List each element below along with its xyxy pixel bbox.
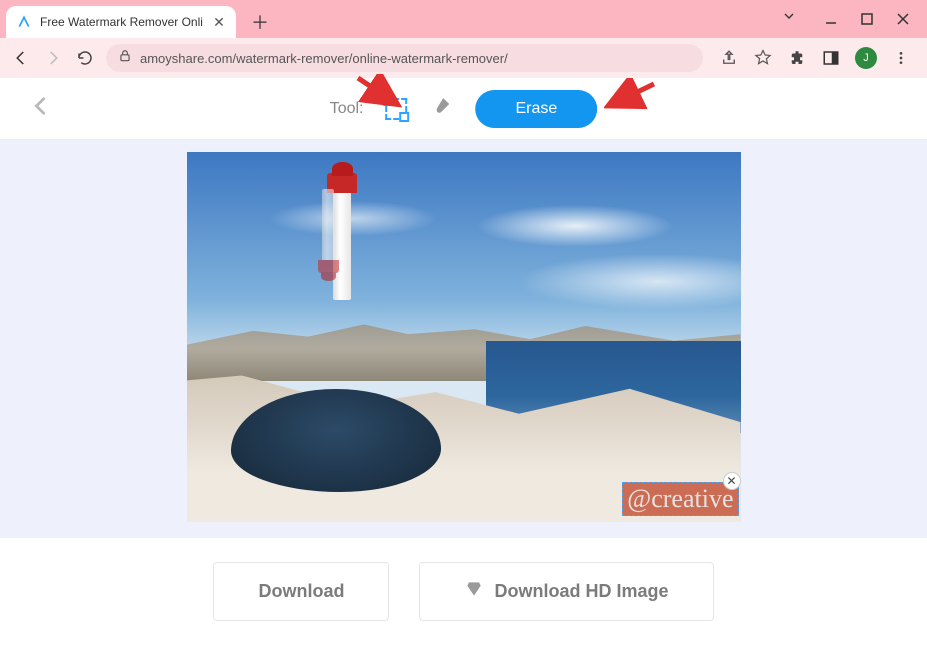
tool-label: Tool: bbox=[330, 100, 364, 118]
app-back-button[interactable] bbox=[30, 95, 52, 122]
url-text: amoyshare.com/watermark-remover/online-w… bbox=[140, 51, 508, 66]
window-close-icon[interactable] bbox=[895, 11, 911, 27]
watermark-text: @creative bbox=[627, 484, 733, 513]
footer: Download Download HD Image bbox=[0, 538, 927, 645]
chrome-menu-icon[interactable] bbox=[891, 48, 911, 68]
bookmark-star-icon[interactable] bbox=[753, 48, 773, 68]
image-lighthouse-reflection bbox=[322, 189, 334, 263]
tab-title: Free Watermark Remover Onli bbox=[40, 15, 212, 29]
rectangle-select-tool-icon[interactable] bbox=[386, 98, 408, 120]
browser-back-button[interactable] bbox=[10, 47, 32, 69]
image-lighthouse bbox=[333, 189, 351, 300]
selection-close-icon[interactable]: ✕ bbox=[724, 473, 740, 489]
arrow-annotation-right bbox=[604, 78, 660, 114]
editor-main: @creative ✕ bbox=[0, 140, 927, 538]
browser-reload-button[interactable] bbox=[74, 47, 96, 69]
watermark-selection[interactable]: @creative ✕ bbox=[622, 482, 738, 516]
download-button[interactable]: Download bbox=[213, 562, 389, 621]
erase-button[interactable]: Erase bbox=[476, 90, 598, 128]
tab-favicon bbox=[16, 14, 32, 30]
window-minimize-icon[interactable] bbox=[823, 11, 839, 27]
lock-icon bbox=[118, 49, 132, 68]
window-maximize-icon[interactable] bbox=[859, 11, 875, 27]
close-icon[interactable]: ✕ bbox=[212, 15, 226, 29]
tab-overflow-icon[interactable] bbox=[781, 8, 797, 29]
download-hd-button[interactable]: Download HD Image bbox=[419, 562, 713, 621]
image-canvas[interactable]: @creative ✕ bbox=[187, 152, 741, 522]
sidepanel-icon[interactable] bbox=[821, 48, 841, 68]
share-icon[interactable] bbox=[719, 48, 739, 68]
diamond-icon bbox=[464, 579, 484, 604]
browser-titlebar: Free Watermark Remover Onli ✕ ＋ bbox=[0, 0, 927, 38]
extensions-icon[interactable] bbox=[787, 48, 807, 68]
address-field[interactable]: amoyshare.com/watermark-remover/online-w… bbox=[106, 44, 703, 72]
app-toolbar: Tool: Erase bbox=[0, 78, 927, 140]
profile-avatar[interactable]: J bbox=[855, 47, 877, 69]
browser-tab[interactable]: Free Watermark Remover Onli ✕ bbox=[6, 6, 236, 38]
download-button-label: Download bbox=[258, 581, 344, 602]
browser-forward-button[interactable] bbox=[42, 47, 64, 69]
new-tab-button[interactable]: ＋ bbox=[248, 10, 272, 34]
brush-tool-icon[interactable] bbox=[430, 94, 454, 123]
download-hd-button-label: Download HD Image bbox=[494, 581, 668, 602]
browser-address-bar: amoyshare.com/watermark-remover/online-w… bbox=[0, 38, 927, 78]
